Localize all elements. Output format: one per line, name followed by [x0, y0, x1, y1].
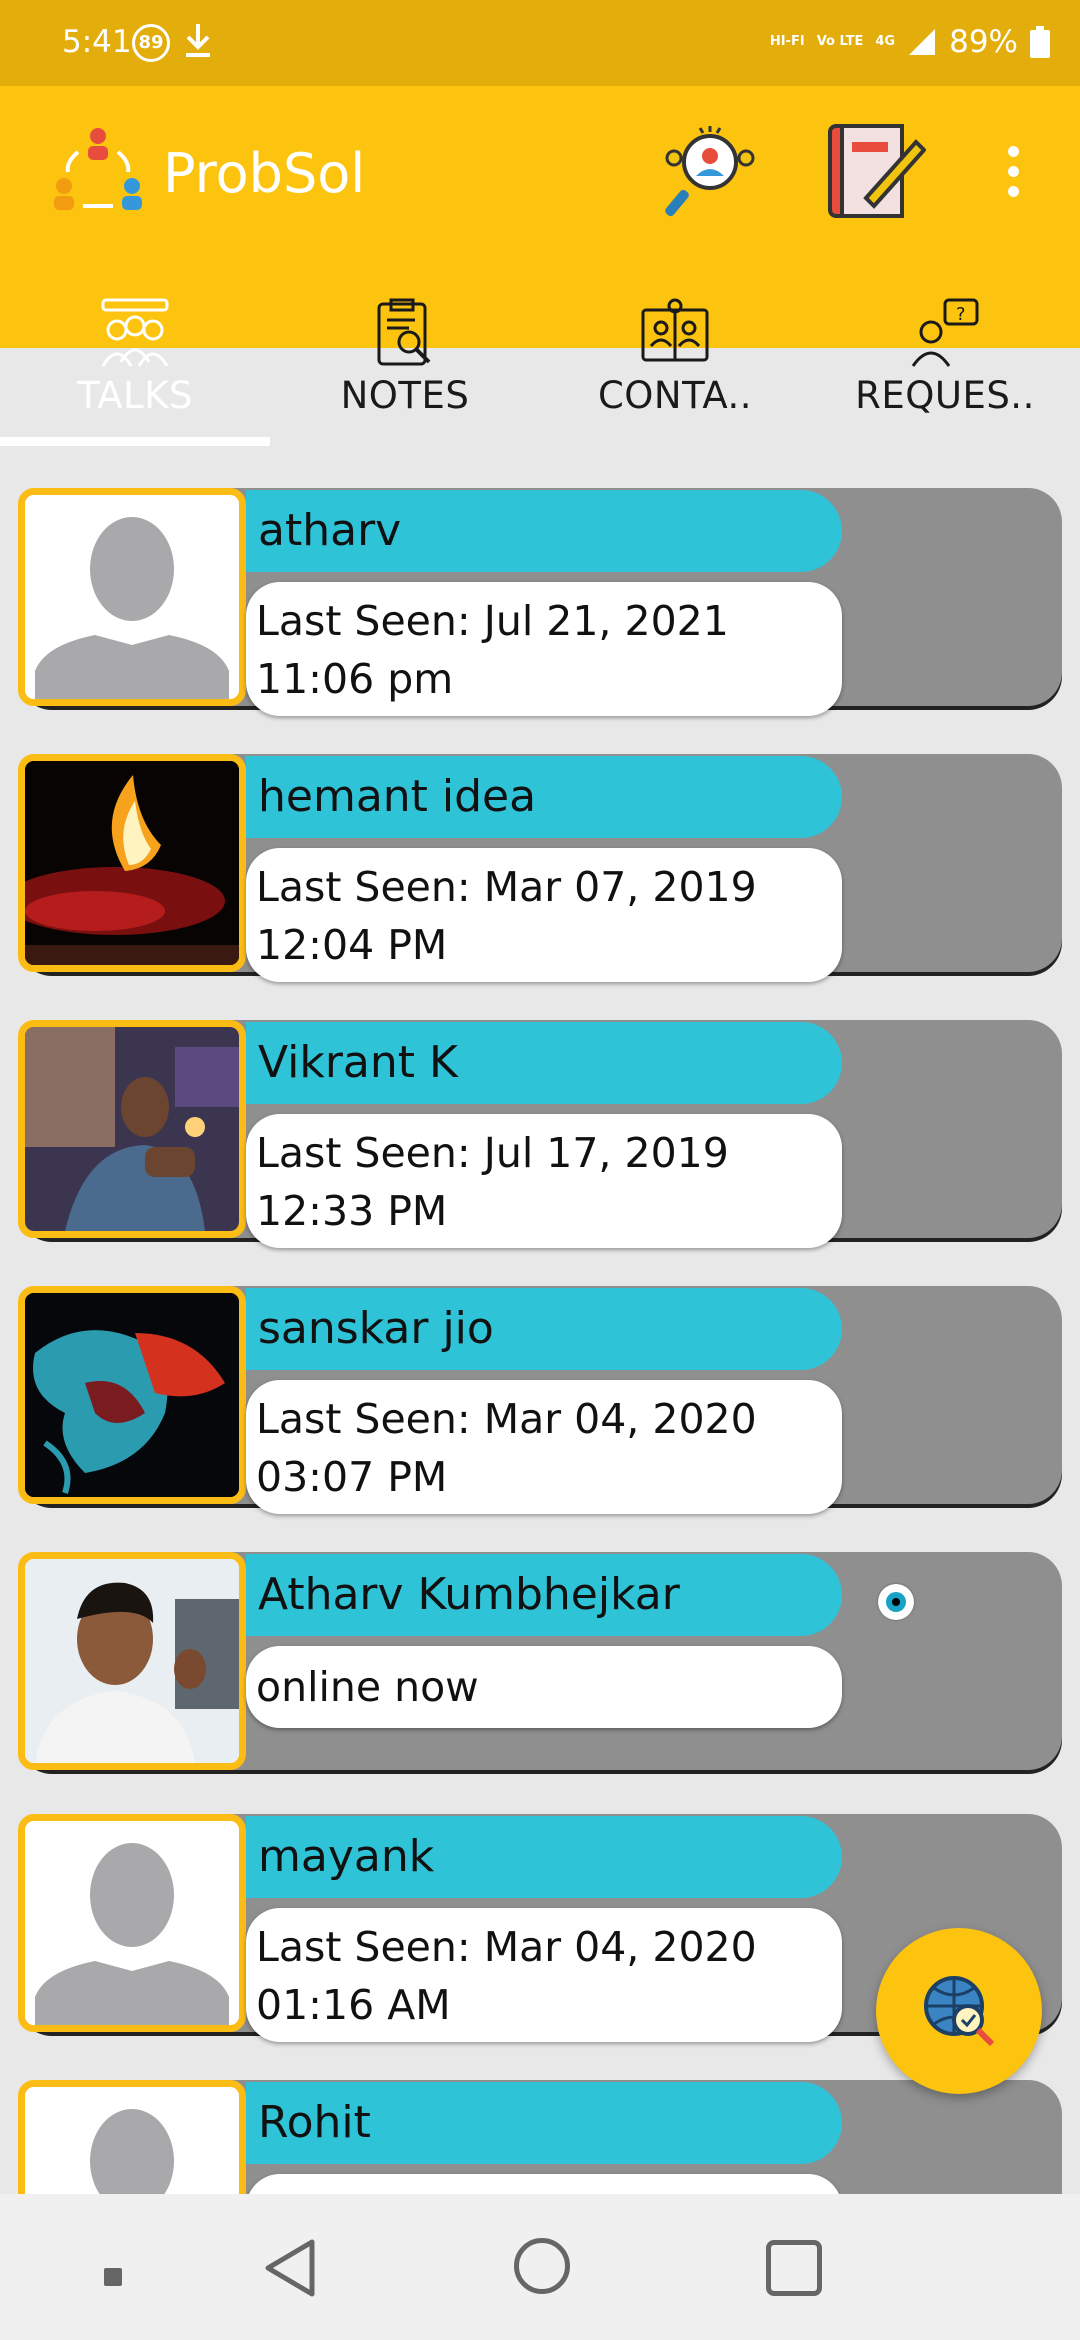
- avatar[interactable]: [18, 1286, 246, 1504]
- last-seen-text: Last Seen: Mar 04, 2020 03:07 PM: [246, 1380, 842, 1514]
- contacts-book-icon: [641, 298, 709, 362]
- notification-count-badge: 89: [132, 24, 170, 62]
- contact-name: mayank: [246, 1816, 842, 1898]
- notes-edit-icon[interactable]: [826, 120, 926, 220]
- clipboard-search-icon: [377, 298, 431, 366]
- status-time: 5:41: [62, 24, 132, 60]
- tab-contacts[interactable]: CONTA..: [540, 284, 810, 434]
- tab-label: CONTA..: [597, 374, 753, 417]
- home-icon[interactable]: [514, 2238, 570, 2294]
- tab-label: NOTES: [340, 374, 470, 417]
- last-seen-time: 11:06 pm: [256, 655, 454, 703]
- list-item[interactable]: Vikrant K Last Seen: Jul 17, 2019 12:33 …: [18, 1002, 1062, 1248]
- man-photo: [25, 1027, 239, 1231]
- list-item[interactable]: sanskar jio Last Seen: Mar 04, 2020 03:0…: [18, 1268, 1062, 1514]
- last-seen-text: Last Seen: Mar 07, 2019 12:04 PM: [246, 848, 842, 982]
- battery-icon: [1030, 26, 1050, 58]
- tab-label: REQUES..: [855, 374, 1035, 417]
- find-people-fab[interactable]: [876, 1928, 1042, 2094]
- back-icon[interactable]: [262, 2238, 318, 2298]
- system-nav-bar: [0, 2194, 1080, 2340]
- avatar[interactable]: [18, 488, 246, 706]
- app-title: ProbSol: [163, 142, 366, 205]
- avatar[interactable]: [18, 1552, 246, 1770]
- app-bar: ProbSol TALKS NOTES CONTA.. ? REQUES..: [0, 86, 1080, 446]
- selfie-photo: [25, 1559, 239, 1763]
- last-seen-text: Last Seen: Jul 21, 2021 11:06 pm: [246, 582, 842, 716]
- online-indicator-icon: [878, 1584, 914, 1620]
- avatar[interactable]: [18, 754, 246, 972]
- last-seen-time: 12:04 PM: [256, 921, 448, 969]
- last-seen-text: Last Seen: Mar 04, 2020 01:16 AM: [246, 1908, 842, 2042]
- paint-splash-photo: [25, 1293, 239, 1497]
- online-label: online now: [256, 1663, 479, 1711]
- globe-search-icon: [924, 1976, 995, 2047]
- list-item[interactable]: hemant idea Last Seen: Mar 07, 2019 12:0…: [18, 736, 1062, 982]
- team-logo-icon: [54, 128, 142, 210]
- tab-requests[interactable]: ? REQUES..: [810, 284, 1080, 434]
- online-status-text: online now: [246, 1646, 842, 1728]
- contact-name: atharv: [246, 490, 842, 572]
- person-question-icon: ?: [911, 298, 979, 367]
- contact-name: sanskar jio: [246, 1288, 842, 1370]
- nav-menu-icon[interactable]: [104, 2268, 122, 2286]
- last-seen-date: Last Seen: Jul 21, 2021: [256, 597, 729, 645]
- last-seen-date: Last Seen: Mar 04, 2020: [256, 1395, 757, 1443]
- tab-label: TALKS: [77, 374, 193, 417]
- last-seen-date: Last Seen: Mar 07, 2019: [256, 863, 757, 911]
- list-item[interactable]: atharv Last Seen: Jul 21, 2021 11:06 pm: [18, 470, 1062, 716]
- last-seen-time: 01:16 AM: [256, 1981, 451, 2029]
- contact-name: Rohit: [246, 2082, 842, 2164]
- last-seen-date: Last Seen: Mar 04, 2020: [256, 1923, 757, 1971]
- list-item[interactable]: Atharv Kumbhejkar online now: [18, 1534, 1062, 1770]
- recent-apps-icon[interactable]: [766, 2240, 822, 2296]
- group-icon: [101, 298, 169, 367]
- last-seen-date: Last Seen: Jul 17, 2019: [256, 1129, 729, 1177]
- contact-name: hemant idea: [246, 756, 842, 838]
- last-seen-text: Last Seen: Jul 17, 2019 12:33 PM: [246, 1114, 842, 1248]
- avatar[interactable]: [18, 1814, 246, 2032]
- contact-name: Vikrant K: [246, 1022, 842, 1104]
- diya-lamp-photo: [25, 761, 239, 965]
- last-seen-time: 12:33 PM: [256, 1187, 448, 1235]
- signal-icon: [909, 29, 936, 55]
- status-bar: 5:41 89 HI-FI Vo LTE 4G 89%: [0, 0, 1080, 86]
- search-user-icon[interactable]: [660, 122, 760, 222]
- default-avatar-icon: [25, 495, 239, 699]
- battery-percent: 89%: [949, 24, 1018, 60]
- tab-notes[interactable]: NOTES: [270, 284, 540, 434]
- network-type-label: 4G: [875, 34, 896, 49]
- default-avatar-icon: [25, 1821, 239, 2025]
- hd-voice-label: HI-FI: [769, 34, 805, 49]
- last-seen-time: 03:07 PM: [256, 1453, 448, 1501]
- tab-talks[interactable]: TALKS: [0, 284, 270, 446]
- volte-label: Vo LTE: [816, 34, 864, 49]
- svg-text:?: ?: [956, 304, 966, 325]
- tab-bar: TALKS NOTES CONTA.. ? REQUES..: [0, 284, 1080, 446]
- download-icon: [186, 24, 210, 57]
- more-vert-icon[interactable]: [1000, 146, 1026, 206]
- contact-name: Atharv Kumbhejkar: [246, 1554, 842, 1636]
- avatar[interactable]: [18, 1020, 246, 1238]
